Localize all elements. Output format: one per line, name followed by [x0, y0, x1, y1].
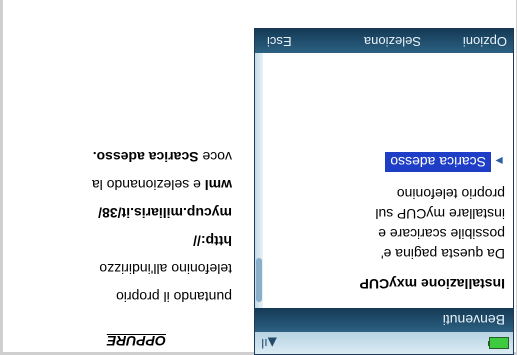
battery-tip [488, 341, 490, 346]
exit-softkey[interactable]: Esci [267, 34, 292, 49]
scrollbar[interactable] [255, 53, 263, 308]
url-scheme-text: http:// [193, 233, 232, 249]
body-line: Da questa pagina e' [380, 246, 505, 262]
instruction-panel: OPPURE puntando il proprio telefonino al… [7, 0, 232, 355]
download-now-text: Scarica adesso. [92, 149, 199, 165]
app-title: Benvenuti [442, 312, 505, 328]
url-host-text: mycup.miliaris.it/38/ [98, 205, 232, 221]
instruction-line: mycup.miliaris.it/38/ [98, 205, 232, 221]
instruction-text: puntando il proprio [116, 289, 232, 305]
link-bullet-icon: ► [493, 154, 505, 168]
content-area: Installazione mxyCUP Da questa pagina e'… [255, 53, 513, 308]
instruction-text: telefonino all'indirizzo [99, 261, 232, 277]
page-border-right [0, 0, 3, 355]
softkey-bar: Opzioni Seleziona Esci [255, 29, 513, 53]
rotated-page: ▲ıl Benvenuti Installazione mxyCUP Da qu… [0, 0, 517, 355]
body-line: installare myCUP sul [375, 206, 505, 222]
options-softkey[interactable]: Opzioni [463, 34, 507, 49]
or-heading: OPPURE [106, 333, 166, 349]
title-bar: Benvenuti [255, 308, 513, 332]
instruction-line: voce Scarica adesso. [93, 149, 232, 165]
page-heading: Installazione mxyCUP [359, 276, 506, 292]
instruction-line: http:// [193, 233, 232, 249]
status-bar: ▲ıl [255, 332, 513, 354]
url-path-text: wml [204, 177, 232, 193]
instruction-line: wml e selezionando la [92, 177, 232, 193]
battery-icon [489, 337, 509, 349]
instruction-line: puntando il proprio [116, 289, 232, 305]
phone-screenshot: ▲ıl Benvenuti Installazione mxyCUP Da qu… [254, 28, 514, 355]
scrollbar-thumb[interactable] [256, 258, 262, 302]
instruction-text: e selezionando la [91, 177, 205, 193]
select-softkey[interactable]: Seleziona [364, 34, 421, 49]
download-now-link[interactable]: Scarica adesso [385, 152, 491, 172]
signal-strength-icon: ▲ıl [261, 336, 277, 350]
instruction-line: telefonino all'indirizzo [99, 261, 232, 277]
instruction-text: voce [198, 149, 232, 165]
body-line: proprio telefonino [396, 186, 505, 202]
body-line: possibile scaricare e [378, 226, 505, 242]
